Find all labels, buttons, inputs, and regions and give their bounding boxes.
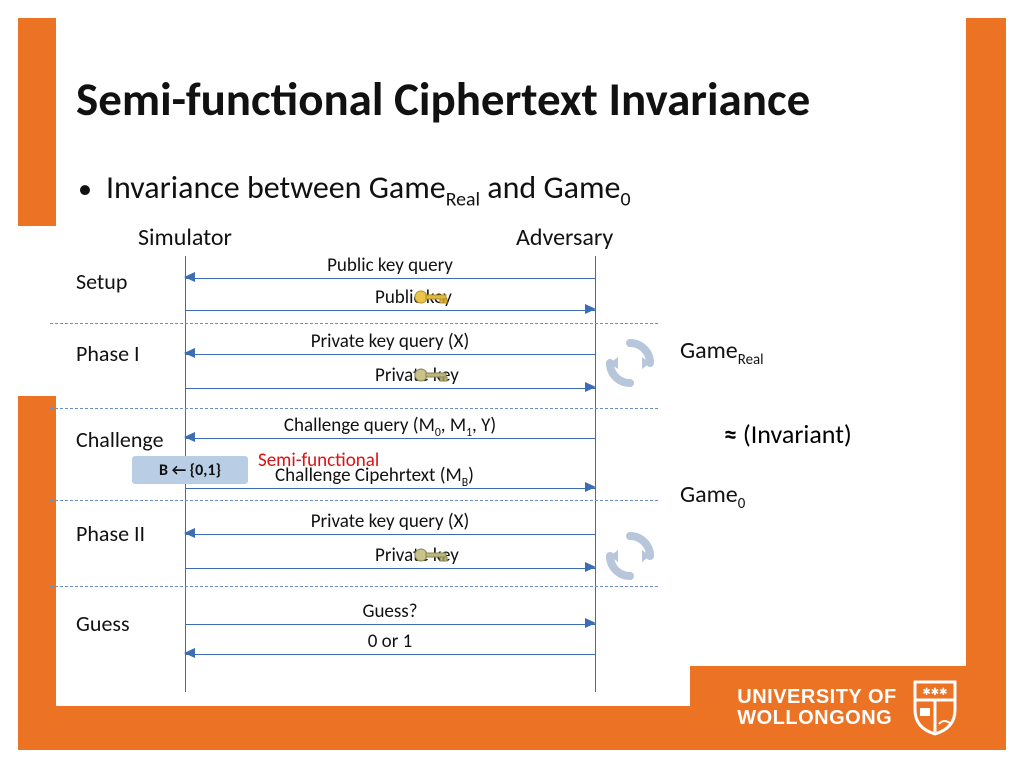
msg-challenge-query: Challenge query (M0, M1, Y) xyxy=(185,414,595,444)
msg-label: 0 or 1 xyxy=(185,630,595,653)
bullet-text: Invariance between GameReal and Game0 xyxy=(106,168,631,211)
university-text: UNIVERSITY OF WOLLONGONG xyxy=(737,687,897,729)
msg-pk-query: Public key query xyxy=(185,254,595,284)
msg-challenge-reply: Challenge Cipehrtext (MB) xyxy=(185,464,595,494)
phase-guess: Guess xyxy=(76,610,130,637)
simulator-label: Simulator xyxy=(138,223,232,252)
game-zero-label: Game0 xyxy=(680,480,745,512)
white-area xyxy=(440,0,796,36)
phase-challenge: Challenge xyxy=(76,426,164,453)
key-icon xyxy=(413,546,451,569)
msg-label: Guess? xyxy=(185,600,595,623)
key-icon xyxy=(413,366,451,389)
phase-1: Phase I xyxy=(76,340,140,367)
svg-text:✱✱✱: ✱✱✱ xyxy=(922,685,947,698)
msg-guess-reply: 0 or 1 xyxy=(185,630,595,660)
university-badge: UNIVERSITY OF WOLLONGONG ✱✱✱ xyxy=(690,666,1006,750)
phase-setup: Setup xyxy=(76,268,127,295)
msg-label: Private key xyxy=(185,544,595,567)
key-icon xyxy=(413,288,451,311)
msg-label: Public key query xyxy=(185,254,595,277)
msg-sk-reply-1: Private key xyxy=(185,364,595,394)
adversary-label: Adversary xyxy=(516,223,613,252)
bullet-dot: • xyxy=(78,171,92,206)
msg-label: Challenge Cipehrtext (MB) xyxy=(185,464,595,490)
msg-sk-query-1: Private key query (X) xyxy=(185,330,595,360)
separator xyxy=(50,323,658,324)
white-area xyxy=(0,226,56,396)
phase-2: Phase II xyxy=(76,520,145,547)
msg-label: Private key query (X) xyxy=(185,330,595,353)
msg-label: Public key xyxy=(185,286,595,309)
separator xyxy=(50,408,658,409)
separator xyxy=(50,586,658,587)
approx-symbol: ≈ (Invariant) xyxy=(724,418,852,450)
slide-title: Semi-functional Ciphertext Invariance xyxy=(76,70,810,128)
cycle-icon xyxy=(604,337,656,389)
game-real-label: GameReal xyxy=(680,336,764,368)
separator xyxy=(50,500,658,501)
msg-label: Challenge query (M0, M1, Y) xyxy=(185,414,595,440)
msg-pk-reply: Public key xyxy=(185,286,595,316)
msg-guess-query: Guess? xyxy=(185,600,595,630)
msg-label: Private key query (X) xyxy=(185,510,595,533)
shield-icon: ✱✱✱ xyxy=(911,680,959,736)
bullet-line: • Invariance between GameReal and Game0 xyxy=(78,168,631,211)
msg-label: Private key xyxy=(185,364,595,387)
cycle-icon xyxy=(604,530,656,582)
msg-sk-reply-2: Private key xyxy=(185,544,595,574)
msg-sk-query-2: Private key query (X) xyxy=(185,510,595,540)
